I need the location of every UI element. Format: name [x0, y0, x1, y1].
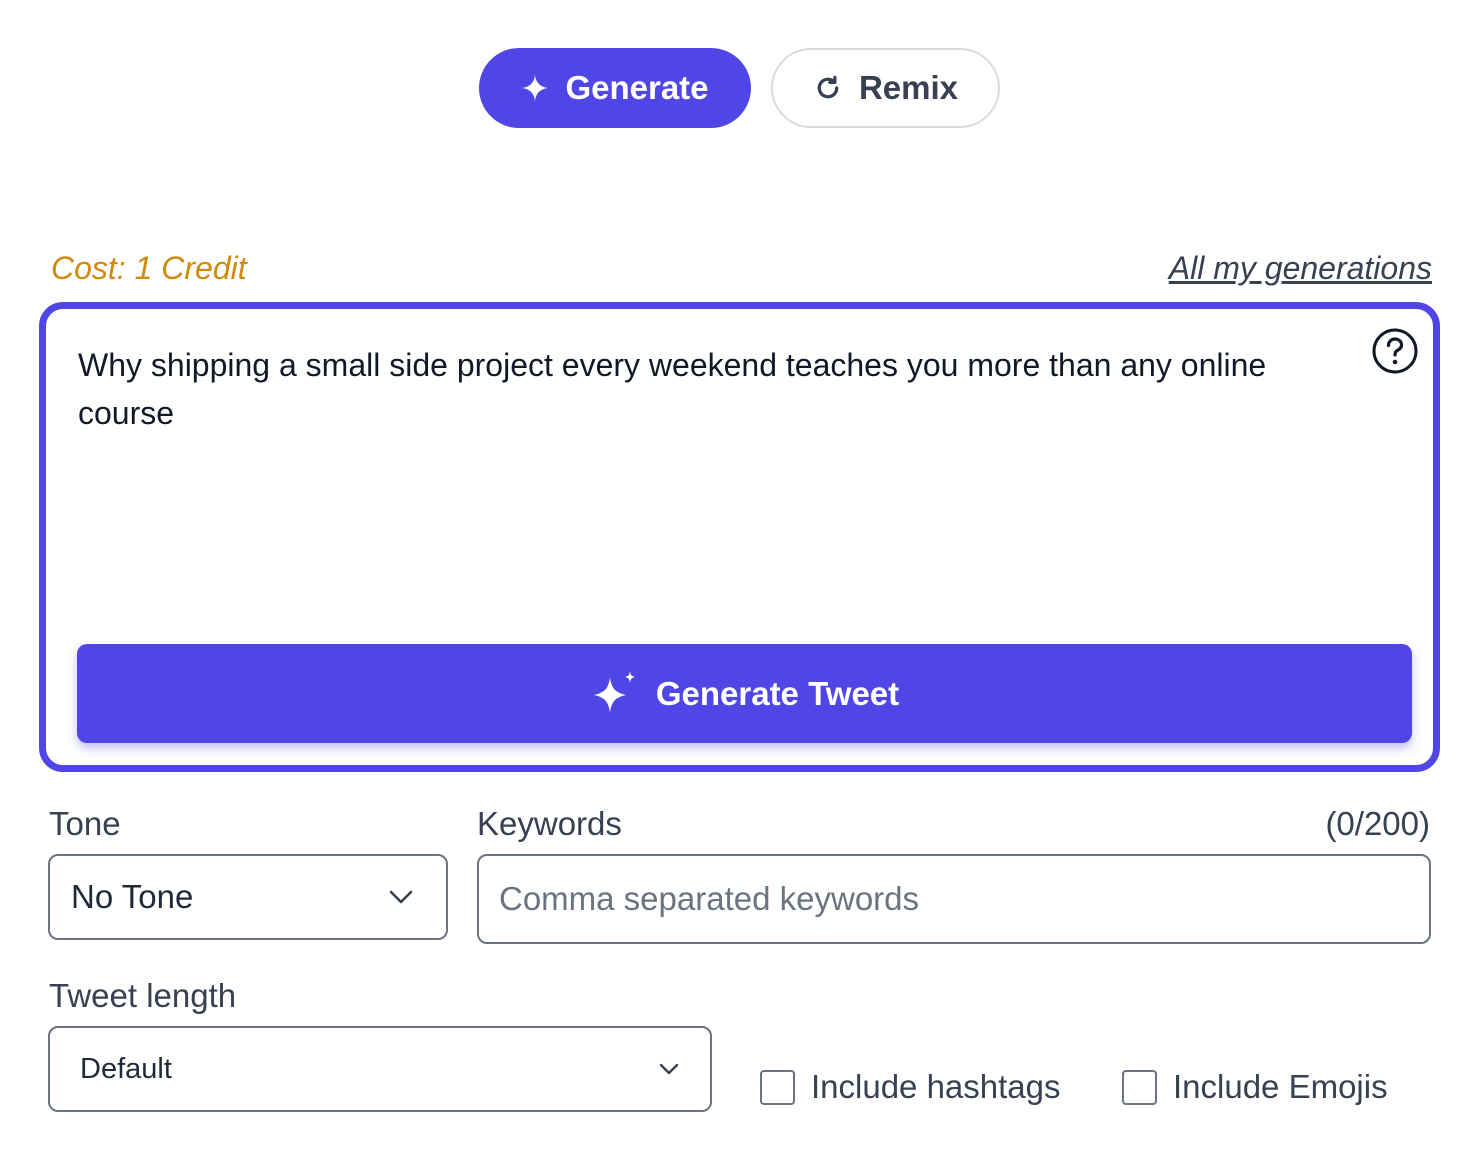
keywords-counter: (0/200) — [1325, 805, 1430, 842]
topic-card: Why shipping a small side project every … — [39, 302, 1440, 772]
keywords-input[interactable] — [477, 854, 1431, 944]
include-emojis-checkbox[interactable] — [1122, 1069, 1157, 1105]
include-emojis-label: Include Emojis — [1173, 1068, 1388, 1105]
cost-label: Cost: 1 Credit — [51, 250, 247, 286]
mode-toggle: Generate Remix — [479, 48, 1000, 128]
generate-tweet-label: Generate Tweet — [655, 674, 900, 712]
topic-textarea[interactable]: Why shipping a small side project every … — [78, 341, 1328, 631]
generate-tweet-button[interactable]: Generate Tweet — [77, 644, 1412, 743]
tone-label: Tone — [49, 805, 121, 842]
magic-sparkles-icon — [593, 670, 635, 713]
include-hashtags-option[interactable]: Include hashtags — [760, 1068, 1061, 1106]
tone-select[interactable]: No Tone — [48, 854, 448, 940]
generate-mode-button[interactable]: Generate — [479, 48, 751, 128]
tone-selected-value: No Tone — [71, 878, 194, 915]
tweet-length-label: Tweet length — [49, 977, 237, 1014]
chevron-down-icon — [659, 1063, 679, 1075]
generate-mode-label: Generate — [565, 69, 709, 106]
remix-mode-label: Remix — [858, 69, 959, 106]
help-icon[interactable] — [1371, 327, 1419, 375]
remix-mode-button[interactable]: Remix — [771, 48, 1000, 128]
sparkle-icon — [522, 75, 549, 101]
include-emojis-option[interactable]: Include Emojis — [1122, 1068, 1388, 1106]
all-generations-link[interactable]: All my generations — [1169, 250, 1432, 287]
include-hashtags-label: Include hashtags — [811, 1068, 1061, 1105]
tweet-length-select[interactable]: Default — [48, 1026, 712, 1112]
tweet-length-selected-value: Default — [80, 1052, 172, 1085]
keywords-label: Keywords — [477, 805, 622, 842]
include-hashtags-checkbox[interactable] — [760, 1069, 795, 1105]
refresh-icon — [817, 75, 839, 99]
chevron-down-icon — [389, 890, 413, 904]
